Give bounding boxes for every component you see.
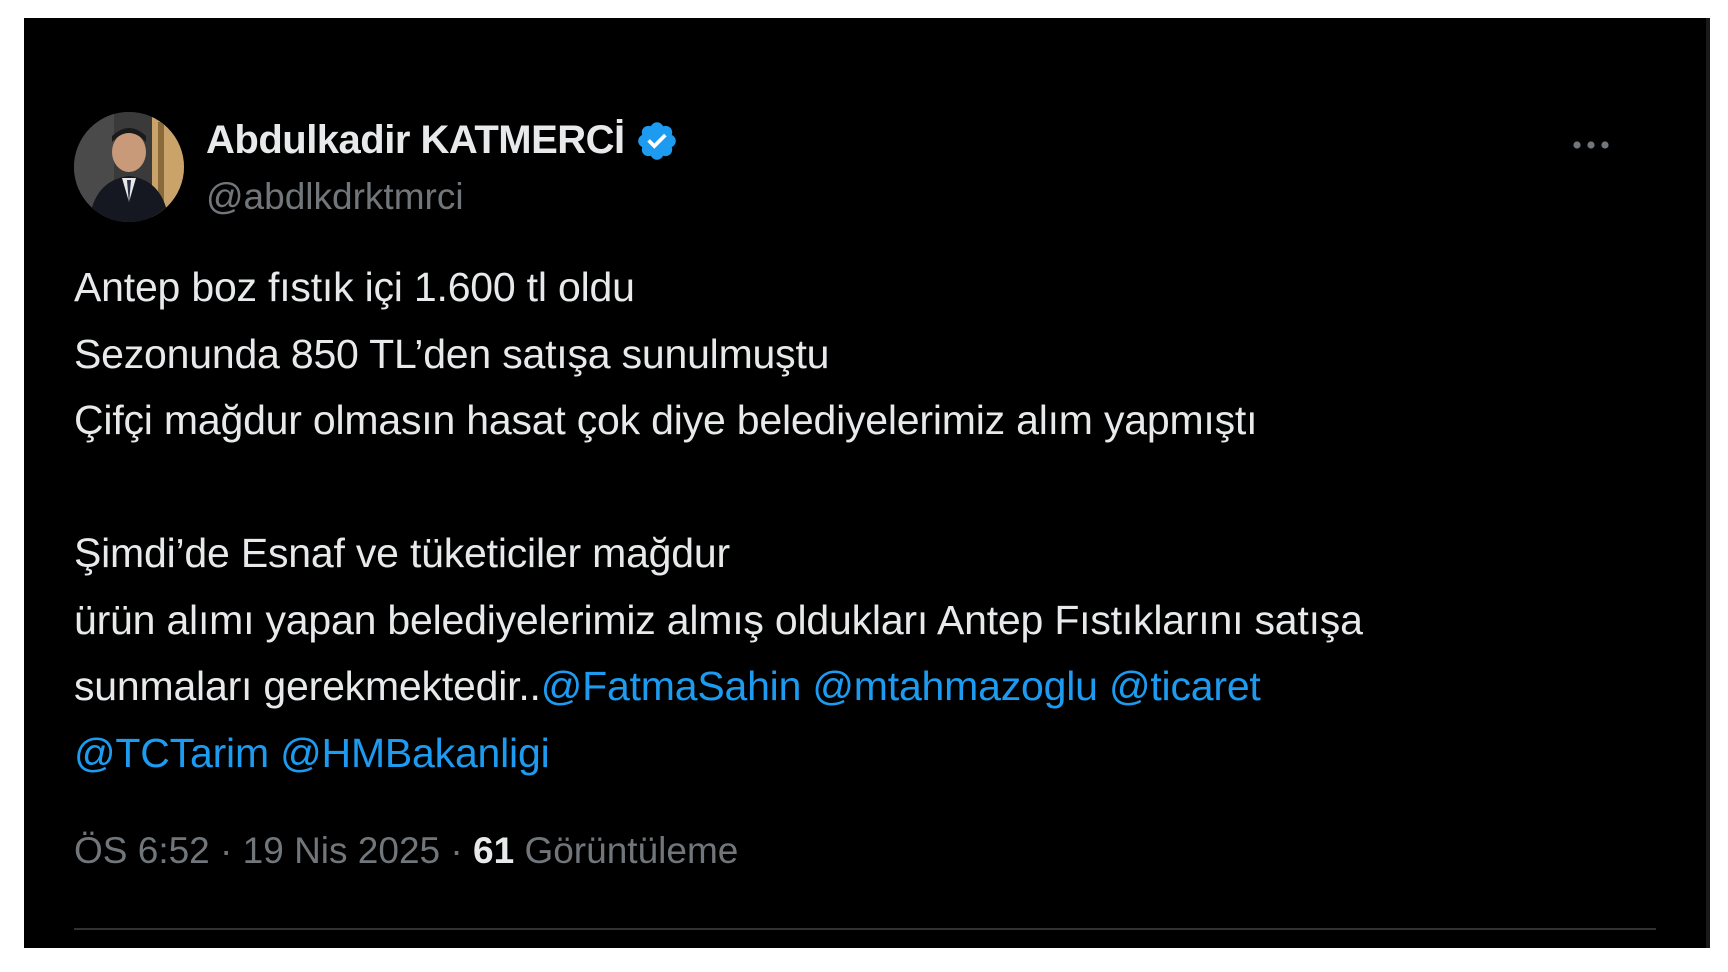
tweet-line-with-mentions: sunmaları gerekmektedir..@FatmaSahin @mt… <box>74 653 1654 720</box>
mention-link[interactable]: @FatmaSahin <box>541 663 802 709</box>
verified-badge-icon <box>637 121 676 160</box>
tweet-text: Antep boz fıstık içi 1.600 tl oldu Sezon… <box>74 254 1654 786</box>
tweet-line-text: sunmaları gerekmektedir.. <box>74 663 541 709</box>
tweet-line: Sezonunda 850 TL’den satışa sunulmuştu <box>74 330 830 377</box>
mention-link[interactable]: @TCTarim <box>74 730 269 776</box>
mention-link[interactable]: @HMBakanligi <box>280 730 550 776</box>
tweet-header: Abdulkadir KATMERCİ @abdlkdrktmrci <box>74 96 1666 222</box>
meta-separator: · <box>450 830 463 871</box>
tweet-line: Şimdi’de Esnaf ve tüketiciler mağdur <box>74 530 730 576</box>
avatar-image <box>74 112 184 222</box>
tweet-card: Abdulkadir KATMERCİ @abdlkdrktmrci Antep… <box>24 18 1710 948</box>
mention-link[interactable]: @mtahmazoglu <box>812 663 1098 709</box>
more-options-button[interactable] <box>1566 130 1616 160</box>
tweet-date[interactable]: 19 Nis 2025 <box>243 830 440 871</box>
tweet-mentions-line: @TCTarim @HMBakanligi <box>74 720 1654 787</box>
meta-separator: · <box>220 830 233 871</box>
mention-link[interactable]: @ticaret <box>1109 663 1261 709</box>
display-name[interactable]: Abdulkadir KATMERCİ <box>206 118 625 163</box>
avatar[interactable] <box>74 112 184 222</box>
user-handle[interactable]: @abdlkdrktmrci <box>206 176 464 218</box>
tweet-time[interactable]: ÖS 6:52 <box>74 830 210 871</box>
tweet-line: Çifçi mağdur olmasın hasat çok diye bele… <box>74 397 1258 443</box>
divider <box>74 928 1656 930</box>
tweet-meta: ÖS 6:52 · 19 Nis 2025 · 61 Görüntüleme <box>74 830 738 872</box>
name-row: Abdulkadir KATMERCİ <box>206 118 679 163</box>
views-count: 61 <box>473 830 515 871</box>
views-label: Görüntüleme <box>524 830 739 871</box>
tweet-line: ürün alımı yapan belediyelerimiz almış o… <box>74 596 1363 643</box>
more-horizontal-icon <box>1573 141 1609 149</box>
tweet-line: Antep boz fıstık içi 1.600 tl oldu <box>74 264 635 310</box>
